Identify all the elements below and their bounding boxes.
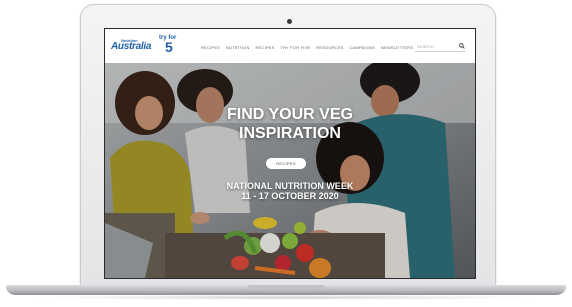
nav-item-recipes[interactable]: RECIPES [201,45,220,50]
nav-item-resources[interactable]: RESOURCES [316,45,343,50]
nav-item-newsletters[interactable]: NEWSLETTERS [381,45,413,50]
search-placeholder: SEARCH [417,44,434,49]
recipes-button[interactable]: RECIPES [266,158,306,169]
laptop-shadow [30,295,542,300]
nav-item-recipes-2[interactable]: RECIPES [256,45,275,50]
nav-item-try-for-five[interactable]: TRY FOR FIVE [281,45,311,50]
search-input[interactable]: SEARCH [415,42,465,52]
hero-title-line1: FIND YOUR VEG [227,106,353,123]
site-header: Nutrition Australia try for 5 RECIPES NU… [105,29,475,64]
try-for-five-logo[interactable]: try for 5 [159,35,181,57]
event-name: NATIONAL NUTRITION WEEK [226,181,354,191]
logo-main-text: Australia [111,41,152,52]
laptop-notch [248,285,324,289]
main-nav: RECIPES NUTRITION RECIPES TRY FOR FIVE R… [201,45,413,50]
hero-photo [105,63,475,278]
event-title: NATIONAL NUTRITION WEEK 11 - 17 OCTOBER … [105,181,475,201]
search-icon[interactable] [459,43,465,49]
hero-title-line2: INSPIRATION [239,125,341,142]
hero-banner: FIND YOUR VEG INSPIRATION RECIPES NATION… [105,63,475,278]
nav-item-nutrition[interactable]: NUTRITION [226,45,250,50]
laptop-screen: Nutrition Australia try for 5 RECIPES NU… [104,28,476,279]
nav-item-campaigns[interactable]: CAMPAIGNS [349,45,375,50]
hero-title: FIND YOUR VEG INSPIRATION [105,105,475,143]
tryfor-number: 5 [165,39,173,55]
event-dates: 11 - 17 OCTOBER 2020 [241,191,339,201]
webcam-icon [287,19,292,24]
